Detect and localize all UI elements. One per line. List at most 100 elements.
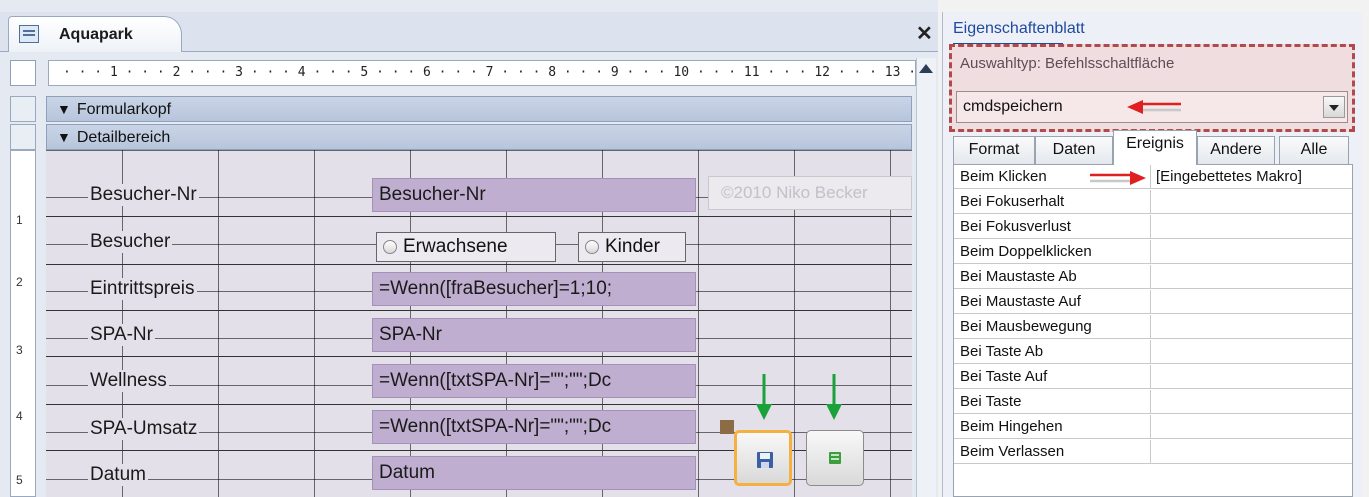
red-arrow-icon — [1127, 100, 1181, 114]
label-wellness[interactable]: Wellness — [88, 370, 169, 392]
property-sheet-title: Eigenschaftenblatt — [953, 20, 1085, 37]
textbox-spa-umsatz[interactable]: =Wenn([txtSPA-Nr]="";"";Dc — [372, 410, 696, 444]
section-selector-header[interactable] — [10, 96, 36, 122]
textbox-eintrittspreis[interactable]: =Wenn([fraBesucher]=1;10; — [372, 272, 696, 306]
radio-icon — [383, 240, 397, 254]
red-arrow-icon — [1090, 171, 1146, 185]
option-erwachsene[interactable]: Erwachsene — [376, 232, 556, 262]
tab-daten[interactable]: Daten — [1035, 136, 1113, 164]
form-icon — [19, 25, 39, 43]
column-divider — [1150, 190, 1151, 214]
property-name: Beim Hingehen — [960, 418, 1063, 435]
object-selector-value: cmdspeichern — [963, 98, 1063, 115]
tab-aquapark[interactable]: Aquapark — [8, 16, 182, 52]
section-selector-detail[interactable] — [10, 124, 36, 150]
tab-title: Aquapark — [59, 26, 133, 43]
grid-line — [46, 404, 912, 405]
property-row[interactable]: Bei Taste — [954, 390, 1352, 414]
chevron-down-icon[interactable] — [1323, 96, 1345, 118]
macro-icon — [829, 452, 841, 464]
column-divider — [1150, 390, 1151, 414]
vruler-mark: 3 — [16, 343, 23, 357]
copyright-label[interactable]: ©2010 Niko Becker — [708, 176, 912, 210]
property-name: Bei Taste — [960, 393, 1022, 410]
section-header-label: Formularkopf — [76, 101, 172, 118]
label-spa-nr[interactable]: SPA-Nr — [88, 324, 155, 346]
property-row[interactable]: Bei Mausbewegung — [954, 315, 1352, 339]
section-arrow-icon: ▼ — [57, 101, 71, 117]
close-button[interactable]: ✕ — [916, 21, 933, 46]
property-name: Beim Doppelklicken — [960, 243, 1092, 260]
textbox-datum[interactable]: Datum — [372, 456, 696, 490]
property-row[interactable]: Bei Taste Ab — [954, 340, 1352, 364]
tab-ereignis[interactable]: Ereignis — [1113, 130, 1197, 165]
tab-andere[interactable]: Andere — [1197, 136, 1275, 164]
grid-line — [46, 356, 912, 357]
save-icon — [757, 452, 773, 468]
label-spa-umsatz[interactable]: SPA-Umsatz — [88, 418, 200, 440]
option-kinder[interactable]: Kinder — [578, 232, 686, 262]
textbox-besucher-nr[interactable]: Besucher-Nr — [372, 178, 696, 212]
macro-button[interactable] — [806, 430, 864, 486]
property-row[interactable]: Beim Klicken [Eingebettetes Makro] — [954, 165, 1352, 189]
column-divider — [1150, 415, 1151, 439]
textbox-spa-nr[interactable]: SPA-Nr — [372, 318, 696, 352]
column-divider — [1150, 240, 1151, 264]
property-row[interactable]: Bei Fokuserhalt — [954, 190, 1352, 214]
green-arrow-icon — [826, 374, 842, 420]
property-name: Bei Maustaste Auf — [960, 293, 1081, 310]
section-detail-label: Detailbereich — [76, 129, 171, 146]
textbox-wellness[interactable]: =Wenn([txtSPA-Nr]="";"";Dc — [372, 364, 696, 398]
radio-icon — [585, 240, 599, 254]
column-divider — [1150, 290, 1151, 314]
tab-alle[interactable]: Alle — [1279, 136, 1349, 164]
property-grid: Beim Klicken [Eingebettetes Makro] Bei F… — [953, 164, 1353, 497]
property-row[interactable]: Beim Doppelklicken — [954, 240, 1352, 264]
property-name: Beim Verlassen — [960, 443, 1065, 460]
label-besucher[interactable]: Besucher — [88, 231, 173, 253]
horizontal-ruler[interactable]: · · · 1 · · · 2 · · · 3 · · · 4 · · · 5 … — [48, 60, 916, 86]
property-row[interactable]: Bei Maustaste Auf — [954, 290, 1352, 314]
label-eintrittspreis[interactable]: Eintrittspreis — [88, 278, 197, 300]
property-name: Bei Fokuserhalt — [960, 193, 1065, 210]
label-datum[interactable]: Datum — [88, 464, 148, 486]
green-arrow-icon — [756, 374, 772, 420]
object-selector[interactable]: cmdspeichern — [956, 91, 1348, 123]
vruler-mark: 4 — [16, 409, 23, 423]
label-besucher-nr[interactable]: Besucher-Nr — [88, 184, 199, 206]
property-value[interactable]: [Eingebettetes Makro] — [1152, 165, 1302, 188]
property-row[interactable]: Bei Taste Auf — [954, 365, 1352, 389]
selection-type: Auswahltyp: Befehlsschaltfläche — [960, 55, 1175, 72]
property-row[interactable]: Bei Maustaste Ab — [954, 265, 1352, 289]
move-handle[interactable] — [720, 420, 734, 434]
property-name: Bei Maustaste Ab — [960, 268, 1077, 285]
vertical-scrollbar[interactable] — [916, 58, 936, 497]
option-erwachsene-label: Erwachsene — [403, 236, 508, 257]
property-sheet: Eigenschaftenblatt Auswahltyp: Befehlssc… — [942, 12, 1362, 497]
section-formularkopf[interactable]: ▼ Formularkopf — [46, 96, 912, 122]
vertical-ruler[interactable]: 1 2 3 4 5 — [10, 150, 36, 497]
property-name: Bei Taste Ab — [960, 343, 1044, 360]
column-divider — [1150, 265, 1151, 289]
property-row[interactable]: Beim Hingehen — [954, 415, 1352, 439]
form-selector[interactable] — [10, 60, 36, 86]
property-row[interactable]: Beim Verlassen — [954, 440, 1352, 464]
column-divider — [1150, 165, 1151, 189]
property-name: Bei Mausbewegung — [960, 318, 1092, 335]
cmdspeichern-button[interactable] — [734, 430, 792, 486]
vruler-mark: 5 — [16, 473, 23, 487]
section-arrow-icon: ▼ — [57, 129, 71, 145]
column-divider — [1150, 315, 1151, 339]
form-designer: Aquapark ✕ · · · 1 · · · 2 · · · 3 · · ·… — [0, 0, 938, 497]
section-detailbereich[interactable]: ▼ Detailbereich — [46, 124, 912, 150]
property-row[interactable]: Bei Fokusverlust — [954, 215, 1352, 239]
vruler-mark: 1 — [16, 213, 23, 227]
property-name: Bei Fokusverlust — [960, 218, 1071, 235]
scroll-up-icon[interactable] — [919, 64, 933, 73]
tab-format[interactable]: Format — [953, 136, 1035, 164]
column-divider — [1150, 215, 1151, 239]
column-divider — [1150, 365, 1151, 389]
app-window: { "window": { "tab_title": "Aquapark", "… — [0, 0, 1369, 497]
ruler-row: · · · 1 · · · 2 · · · 3 · · · 4 · · · 5 … — [10, 58, 938, 88]
document-tab-bar: Aquapark ✕ — [0, 12, 938, 52]
